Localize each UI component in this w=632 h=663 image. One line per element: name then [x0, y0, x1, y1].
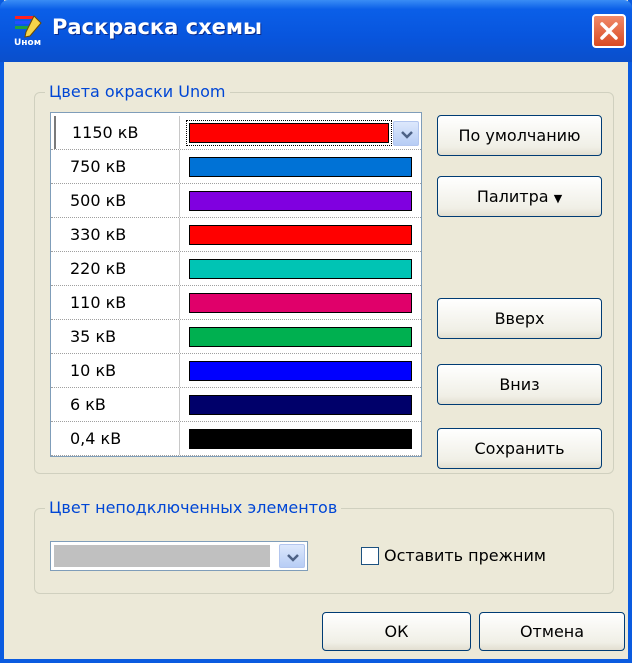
close-button[interactable]: [592, 14, 626, 48]
voltage-color-swatch[interactable]: [189, 327, 412, 347]
voltage-color-swatch[interactable]: [189, 157, 412, 177]
move-down-button[interactable]: Вниз: [437, 364, 602, 405]
dropdown-arrow-icon: ▼: [553, 192, 563, 205]
keep-previous-label[interactable]: Оставить прежним: [384, 546, 546, 565]
voltage-color-swatch[interactable]: [189, 225, 412, 245]
voltage-row[interactable]: 35 кВ: [51, 320, 421, 354]
voltage-label: 6 кВ: [54, 388, 180, 421]
palette-button-label: Палитра: [476, 187, 549, 206]
cancel-button[interactable]: Отмена: [479, 612, 625, 651]
combo-dropdown-button[interactable]: [279, 544, 305, 568]
move-up-button[interactable]: Вверх: [437, 298, 602, 339]
window-title: Раскраска схемы: [52, 15, 263, 39]
ok-button[interactable]: ОК: [322, 612, 471, 651]
voltage-row[interactable]: 110 кВ: [51, 286, 421, 320]
voltage-label: 330 кВ: [54, 218, 180, 251]
palette-button[interactable]: Палитра ▼: [437, 176, 602, 217]
unconnected-color-legend: Цвет неподключенных элементов: [45, 498, 342, 517]
voltage-row[interactable]: 750 кВ: [51, 150, 421, 184]
voltage-colors-legend: Цвета окраски Unom: [45, 82, 230, 101]
voltage-color-swatch[interactable]: [189, 395, 412, 415]
voltage-color-list[interactable]: 1150 кВ 750 кВ 500 кВ 330 кВ 220 кВ 110 кВ 35 …: [50, 112, 422, 457]
default-button[interactable]: По умолчанию: [437, 115, 602, 156]
voltage-label: 0,4 кВ: [54, 422, 180, 455]
close-icon: [600, 22, 618, 40]
voltage-color-swatch[interactable]: [189, 191, 412, 211]
voltage-label: 750 кВ: [54, 150, 180, 183]
voltage-label: 220 кВ: [54, 252, 180, 285]
dialog-window: Uном Раскраска схемы Цвета окраски Unom …: [0, 0, 632, 663]
save-button[interactable]: Сохранить: [437, 428, 602, 469]
voltage-color-swatch[interactable]: [189, 259, 412, 279]
voltage-color-swatch[interactable]: [186, 120, 392, 146]
voltage-label: 1150 кВ: [54, 116, 180, 149]
keep-previous-checkbox[interactable]: [361, 547, 379, 565]
app-color-icon: Uном: [14, 15, 42, 46]
voltage-row[interactable]: 6 кВ: [51, 388, 421, 422]
voltage-row[interactable]: 500 кВ: [51, 184, 421, 218]
unconnected-color-swatch: [54, 545, 270, 567]
chevron-down-icon: [401, 131, 413, 139]
voltage-color-swatch[interactable]: [189, 429, 412, 449]
voltage-row[interactable]: 0,4 кВ: [51, 422, 421, 456]
voltage-color-swatch[interactable]: [189, 361, 412, 381]
voltage-label: 500 кВ: [54, 184, 180, 217]
color-dropdown-button[interactable]: [393, 121, 419, 146]
voltage-row[interactable]: 220 кВ: [51, 252, 421, 286]
voltage-row[interactable]: 10 кВ: [51, 354, 421, 388]
voltage-label: 35 кВ: [54, 320, 180, 353]
voltage-label: 110 кВ: [54, 286, 180, 319]
voltage-row[interactable]: 1150 кВ: [51, 116, 421, 150]
voltage-color-swatch[interactable]: [189, 293, 412, 313]
svg-text:Uном: Uном: [14, 38, 41, 46]
voltage-row[interactable]: 330 кВ: [51, 218, 421, 252]
chevron-down-icon: [287, 554, 299, 562]
title-bar[interactable]: Uном Раскраска схемы: [0, 0, 632, 62]
unconnected-color-combo[interactable]: [50, 541, 308, 571]
voltage-label: 10 кВ: [54, 354, 180, 387]
